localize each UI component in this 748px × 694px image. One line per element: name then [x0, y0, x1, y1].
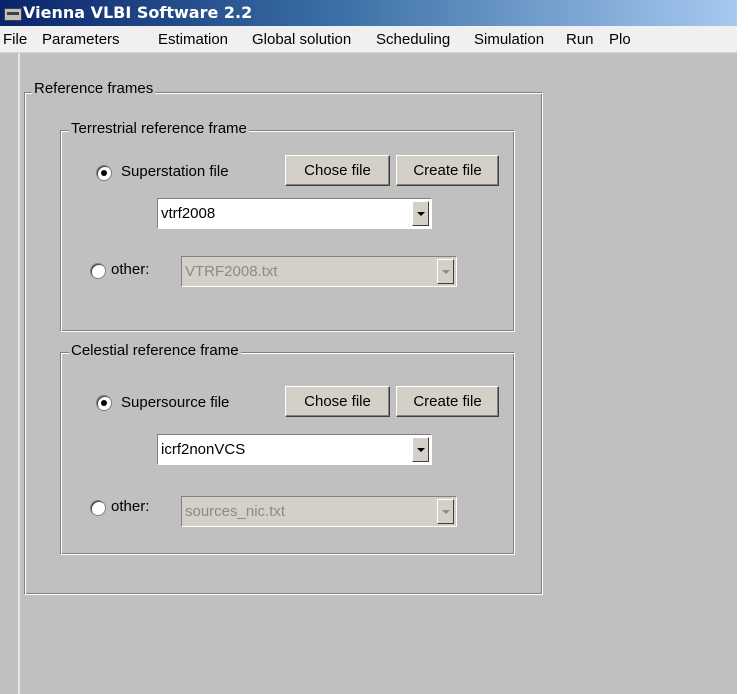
terrestrial-other-dropdown-value: VTRF2008.txt: [185, 263, 278, 280]
supersource-radio[interactable]: [96, 395, 112, 411]
menu-estimation[interactable]: Estimation: [158, 31, 228, 48]
menu-run[interactable]: Run: [566, 31, 594, 48]
celestial-create-file-button[interactable]: Create file: [396, 386, 499, 417]
celestial-other-label: other:: [111, 498, 150, 515]
supersource-label: Supersource file: [121, 394, 230, 411]
menu-global-solution[interactable]: Global solution: [252, 31, 351, 48]
chevron-down-icon[interactable]: [412, 437, 429, 462]
superstation-radio[interactable]: [96, 165, 112, 181]
superstation-dropdown[interactable]: vtrf2008: [157, 198, 432, 229]
supersource-dropdown[interactable]: icrf2nonVCS: [157, 434, 432, 465]
terrestrial-other-radio[interactable]: [90, 263, 106, 279]
title-bar[interactable]: Vienna VLBI Software 2.2: [0, 0, 737, 26]
menu-scheduling[interactable]: Scheduling: [376, 31, 450, 48]
menu-parameters[interactable]: Parameters: [42, 31, 120, 48]
celestial-other-dropdown[interactable]: sources_nic.txt: [181, 496, 457, 527]
chevron-down-icon[interactable]: [412, 201, 429, 226]
terrestrial-create-file-button[interactable]: Create file: [396, 155, 499, 186]
celestial-other-dropdown-value: sources_nic.txt: [185, 503, 286, 520]
panel-edge: [18, 53, 20, 694]
celestial-chose-file-button[interactable]: Chose file: [285, 386, 390, 417]
terrestrial-other-dropdown[interactable]: VTRF2008.txt: [181, 256, 457, 287]
terrestrial-other-label: other:: [111, 261, 150, 278]
menu-file[interactable]: File: [3, 31, 27, 48]
reference-frames-legend: Reference frames: [32, 80, 156, 97]
superstation-label: Superstation file: [121, 163, 229, 180]
terrestrial-frame-legend: Terrestrial reference frame: [69, 120, 249, 137]
chevron-down-icon[interactable]: [437, 259, 454, 284]
window-title: Vienna VLBI Software 2.2: [23, 3, 253, 22]
app-icon: [4, 8, 22, 21]
chevron-down-icon[interactable]: [437, 499, 454, 524]
supersource-dropdown-value: icrf2nonVCS: [161, 441, 246, 458]
celestial-other-radio[interactable]: [90, 500, 106, 516]
main-window: Vienna VLBI Software 2.2 File Parameters…: [0, 0, 737, 694]
terrestrial-chose-file-button[interactable]: Chose file: [285, 155, 390, 186]
menu-bar: File Parameters Estimation Global soluti…: [0, 26, 737, 53]
celestial-frame-legend: Celestial reference frame: [69, 342, 241, 359]
menu-plot[interactable]: Plo: [609, 31, 631, 48]
superstation-dropdown-value: vtrf2008: [161, 205, 216, 222]
menu-simulation[interactable]: Simulation: [474, 31, 544, 48]
